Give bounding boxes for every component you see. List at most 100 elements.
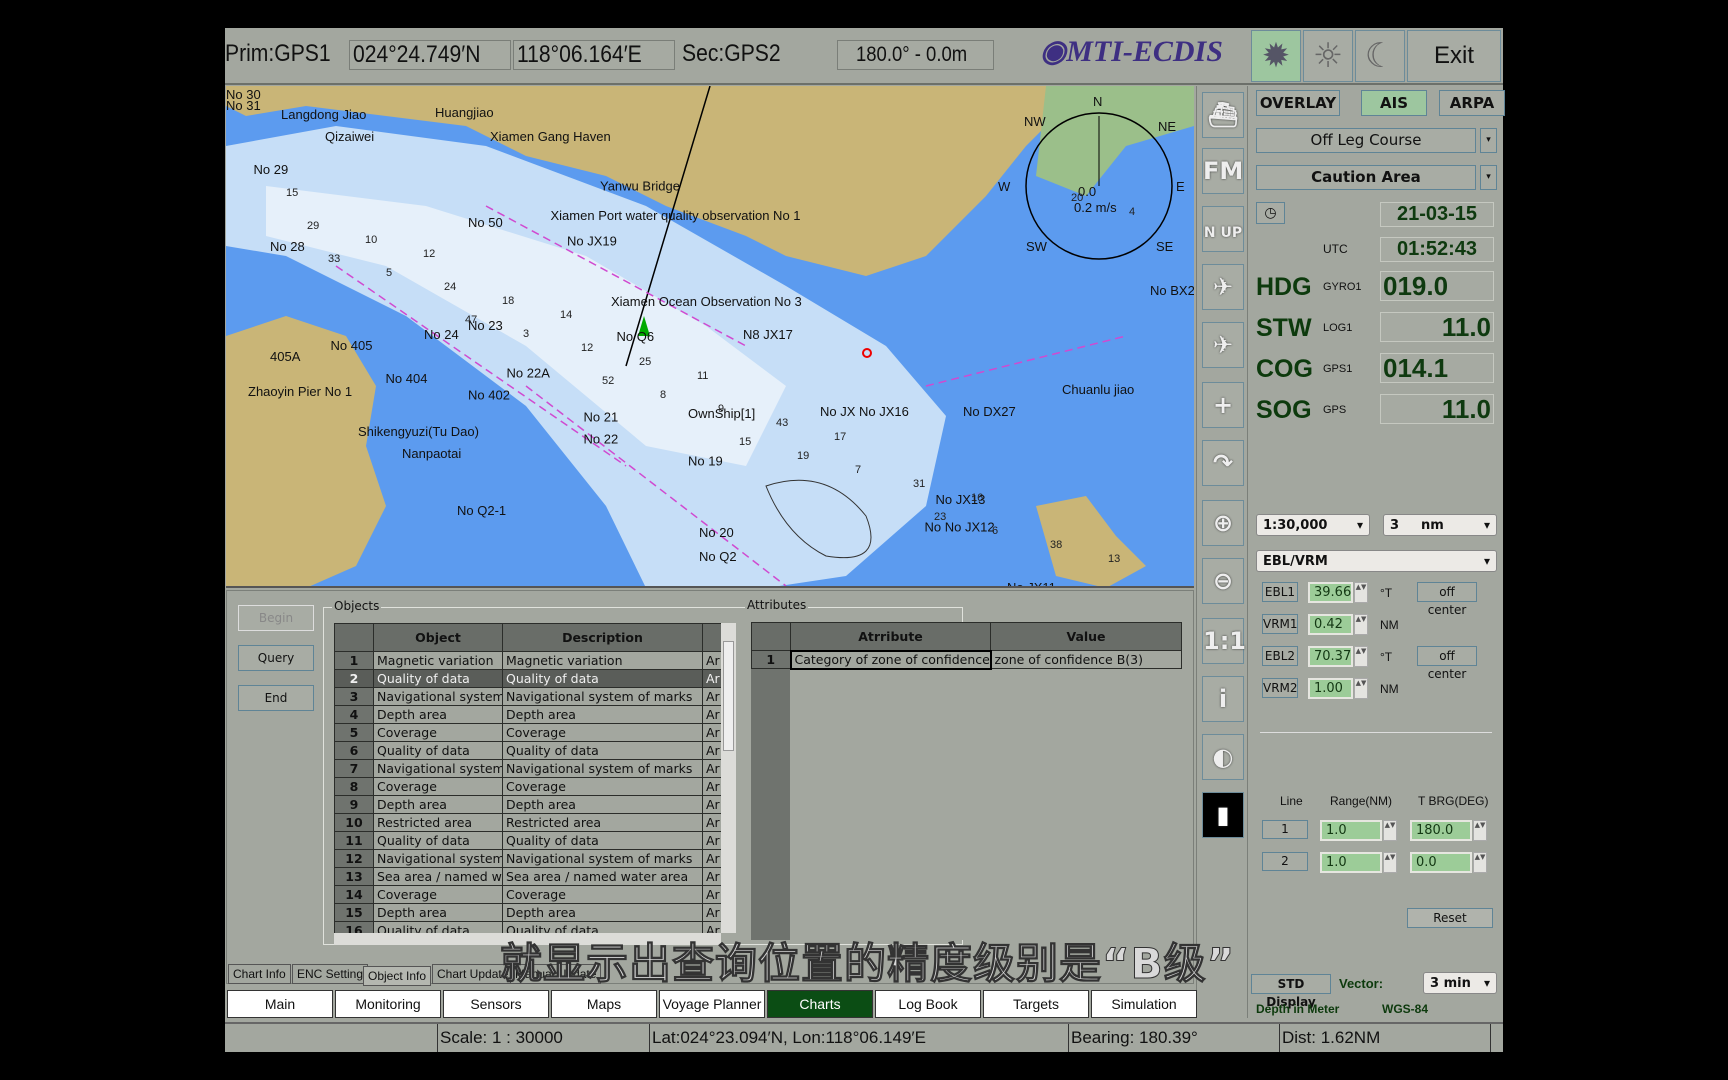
ship-button[interactable]: ⛴ — [1202, 92, 1244, 138]
nav-targets[interactable]: Targets — [983, 990, 1089, 1018]
nav-maps[interactable]: Maps — [551, 990, 657, 1018]
scroll-thumb[interactable] — [723, 641, 734, 751]
object-row[interactable]: 3Navigational system ofNavigational syst… — [334, 687, 721, 706]
end-button[interactable]: End — [238, 685, 314, 711]
secondary-sensor: Sec:GPS2 — [682, 40, 781, 67]
object-row[interactable]: 10 Restricted area Restricted area Ar — [334, 813, 721, 832]
zoom-in-button[interactable]: ⊕ — [1202, 500, 1244, 546]
object-row[interactable]: 2 Quality of data Quality of data Ar — [334, 669, 721, 688]
object-row[interactable]: 9 Depth area Depth area Ar — [334, 795, 721, 814]
ebl1-input[interactable]: 39.66 — [1308, 582, 1353, 603]
object-row[interactable]: 7Navigational system ofNavigational syst… — [334, 759, 721, 778]
line-button[interactable]: 2 — [1262, 852, 1308, 871]
chart-display[interactable]: N NE E SE SW W NW 0.0 0.2 m/s Langdong J… — [226, 86, 1194, 588]
line-range-input[interactable]: 1.0 — [1320, 820, 1382, 841]
object-row[interactable]: 1 Magnetic variation Magnetic variation Ar — [334, 651, 721, 670]
ais-button[interactable]: AIS — [1361, 90, 1427, 116]
nav-charts[interactable]: Charts — [767, 990, 873, 1018]
row-number: 14 — [334, 885, 374, 904]
vector-select[interactable]: 3 min — [1423, 972, 1497, 994]
display-toggle-button[interactable]: ▮ — [1202, 792, 1244, 838]
route-button[interactable]: ✈ — [1202, 264, 1244, 310]
ebl2-input[interactable]: 70.37 — [1308, 646, 1353, 667]
query-button[interactable]: Query — [238, 645, 314, 671]
spinner[interactable]: ▲▼ — [1354, 614, 1368, 635]
off-center-button[interactable]: off center — [1417, 646, 1477, 681]
vrm1-button[interactable]: VRM1 — [1262, 614, 1298, 634]
std-display-button[interactable]: STD Display — [1251, 974, 1331, 1009]
attribute-row[interactable]: 1Category of zone of confidence datzone … — [751, 649, 1182, 670]
tool-select[interactable]: EBL/VRM — [1256, 550, 1497, 572]
chart-svg[interactable]: N NE E SE SW W NW 0.0 0.2 m/s Langdong J… — [226, 86, 1194, 588]
object-row[interactable]: 5 Coverage Coverage Ar — [334, 723, 721, 742]
spinner[interactable]: ▲▼ — [1383, 820, 1397, 841]
one-to-one-button[interactable]: 1:1 — [1202, 618, 1246, 664]
nav-voyage-planner[interactable]: Voyage Planner — [659, 990, 765, 1018]
vrm2-button[interactable]: VRM2 — [1262, 678, 1298, 698]
off-leg-dropdown[interactable]: ▾ — [1480, 128, 1497, 153]
spinner[interactable]: ▲▼ — [1354, 582, 1368, 603]
overlay-button[interactable]: OVERLAY — [1256, 90, 1340, 116]
off-center-button[interactable]: off center — [1417, 582, 1477, 617]
night-mode-button[interactable]: ☾ — [1355, 30, 1405, 82]
ebl2-button[interactable]: EBL2 — [1262, 646, 1298, 666]
nav-main[interactable]: Main — [227, 990, 333, 1018]
objects-vscrollbar[interactable] — [721, 623, 736, 933]
redo-button[interactable]: ↷ — [1202, 440, 1244, 486]
row-number: 2 — [334, 669, 374, 688]
spinner[interactable]: ▲▼ — [1354, 678, 1368, 699]
line-button[interactable]: 1 — [1262, 820, 1308, 839]
caution-dropdown[interactable]: ▾ — [1480, 165, 1497, 190]
ebl1-button[interactable]: EBL1 — [1262, 582, 1298, 602]
tab-chart-info[interactable]: Chart Info — [228, 964, 291, 984]
map-label: No Q2 — [699, 549, 737, 564]
off-leg-course-alarm[interactable]: Off Leg Course — [1256, 128, 1476, 153]
line-bearing-input[interactable]: 180.0 — [1410, 820, 1472, 841]
reset-button[interactable]: Reset — [1407, 908, 1493, 928]
begin-button[interactable]: Begin — [238, 605, 314, 631]
compass-ne: NE — [1158, 119, 1176, 134]
zoom-out-button[interactable]: ⊖ — [1202, 558, 1244, 604]
nav-log-book[interactable]: Log Book — [875, 990, 981, 1018]
north-up-button[interactable]: N UP — [1202, 206, 1244, 252]
caution-area-alarm[interactable]: Caution Area — [1256, 165, 1476, 190]
clock-button[interactable]: ◷ — [1256, 202, 1285, 224]
vrm2-input[interactable]: 1.00 — [1308, 678, 1353, 699]
spinner[interactable]: ▲▼ — [1383, 852, 1397, 873]
spinner[interactable]: ▲▼ — [1473, 820, 1487, 841]
scale-select[interactable]: 1:30,000 — [1256, 514, 1370, 536]
route-alt-button[interactable]: ✈ — [1202, 322, 1244, 368]
map-label: No JX No JX16 — [820, 404, 909, 419]
object-row[interactable]: 13Sea area / named wateSea area / named … — [334, 867, 721, 886]
line-bearing-input[interactable]: 0.0 — [1410, 852, 1472, 873]
object-row[interactable]: 12Navigational system ofNavigational sys… — [334, 849, 721, 868]
info-button[interactable]: i — [1202, 676, 1244, 722]
line-range-input[interactable]: 1.0 — [1320, 852, 1382, 873]
tab-enc-setting[interactable]: ENC Setting — [292, 964, 369, 984]
arpa-button[interactable]: ARPA — [1439, 90, 1505, 116]
depth-sounding: 52 — [602, 375, 614, 387]
nav-monitoring[interactable]: Monitoring — [335, 990, 441, 1018]
object-row[interactable]: 6 Quality of data Quality of data Ar — [334, 741, 721, 760]
day-mode-button[interactable]: ✹ — [1251, 30, 1301, 82]
object-row[interactable]: 15 Depth area Depth area Ar — [334, 903, 721, 922]
nav-sensors[interactable]: Sensors — [443, 990, 549, 1018]
vrm1-input[interactable]: 0.42 — [1308, 614, 1353, 635]
description-cell: Depth area — [502, 795, 703, 814]
object-row[interactable]: 8 Coverage Coverage Ar — [334, 777, 721, 796]
nav-simulation[interactable]: Simulation — [1091, 990, 1197, 1018]
range-select[interactable]: 3 nm — [1383, 514, 1497, 536]
extra-cell: Ar — [702, 885, 721, 904]
tab-object-info[interactable]: Object Info — [363, 966, 432, 986]
exit-button[interactable]: Exit — [1407, 30, 1501, 82]
spinner[interactable]: ▲▼ — [1473, 852, 1487, 873]
crosshair-button[interactable]: + — [1202, 382, 1244, 428]
contrast-button[interactable]: ◐ — [1202, 734, 1244, 780]
object-row[interactable]: 4 Depth area Depth area Ar — [334, 705, 721, 724]
object-cell: Magnetic variation — [373, 651, 503, 670]
spinner[interactable]: ▲▼ — [1354, 646, 1368, 667]
object-row[interactable]: 11 Quality of data Quality of data Ar — [334, 831, 721, 850]
object-row[interactable]: 14 Coverage Coverage Ar — [334, 885, 721, 904]
dusk-mode-button[interactable]: ☼ — [1303, 30, 1353, 82]
fm-button[interactable]: FM — [1202, 148, 1244, 194]
